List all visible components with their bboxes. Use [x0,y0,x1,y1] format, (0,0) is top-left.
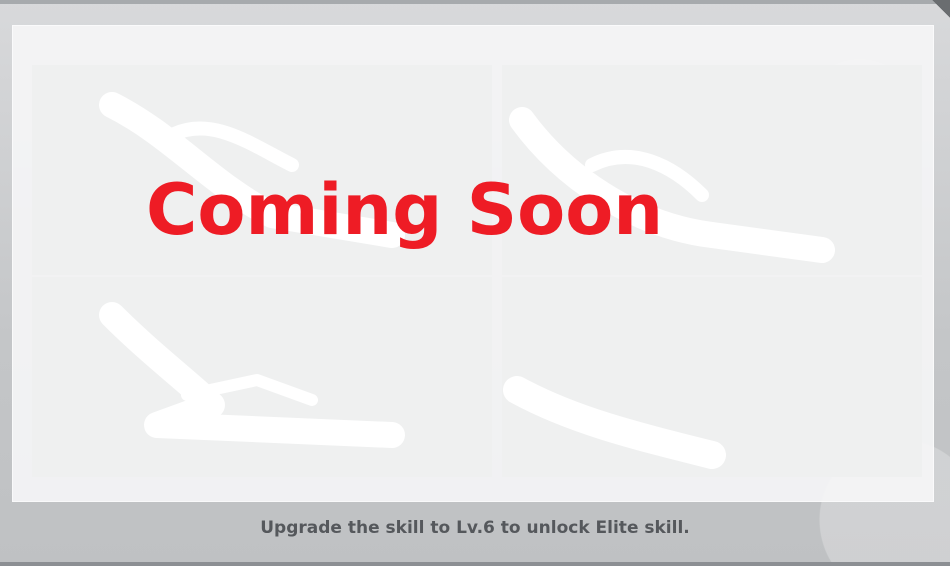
coming-soon-label: Coming Soon [146,169,664,251]
elite-skill-panel: Coming Soon [12,25,934,502]
frame-corner-accent [920,0,950,20]
skill-window-frame: Coming Soon Upgrade the skill to Lv.6 to… [0,0,950,566]
frame-top-border [0,0,950,4]
frame-bottom-border [0,562,950,566]
skill-silhouette-icon [503,376,726,469]
unlock-hint-text: Upgrade the skill to Lv.6 to unlock Elit… [260,518,690,538]
skill-silhouette-art [99,92,835,469]
